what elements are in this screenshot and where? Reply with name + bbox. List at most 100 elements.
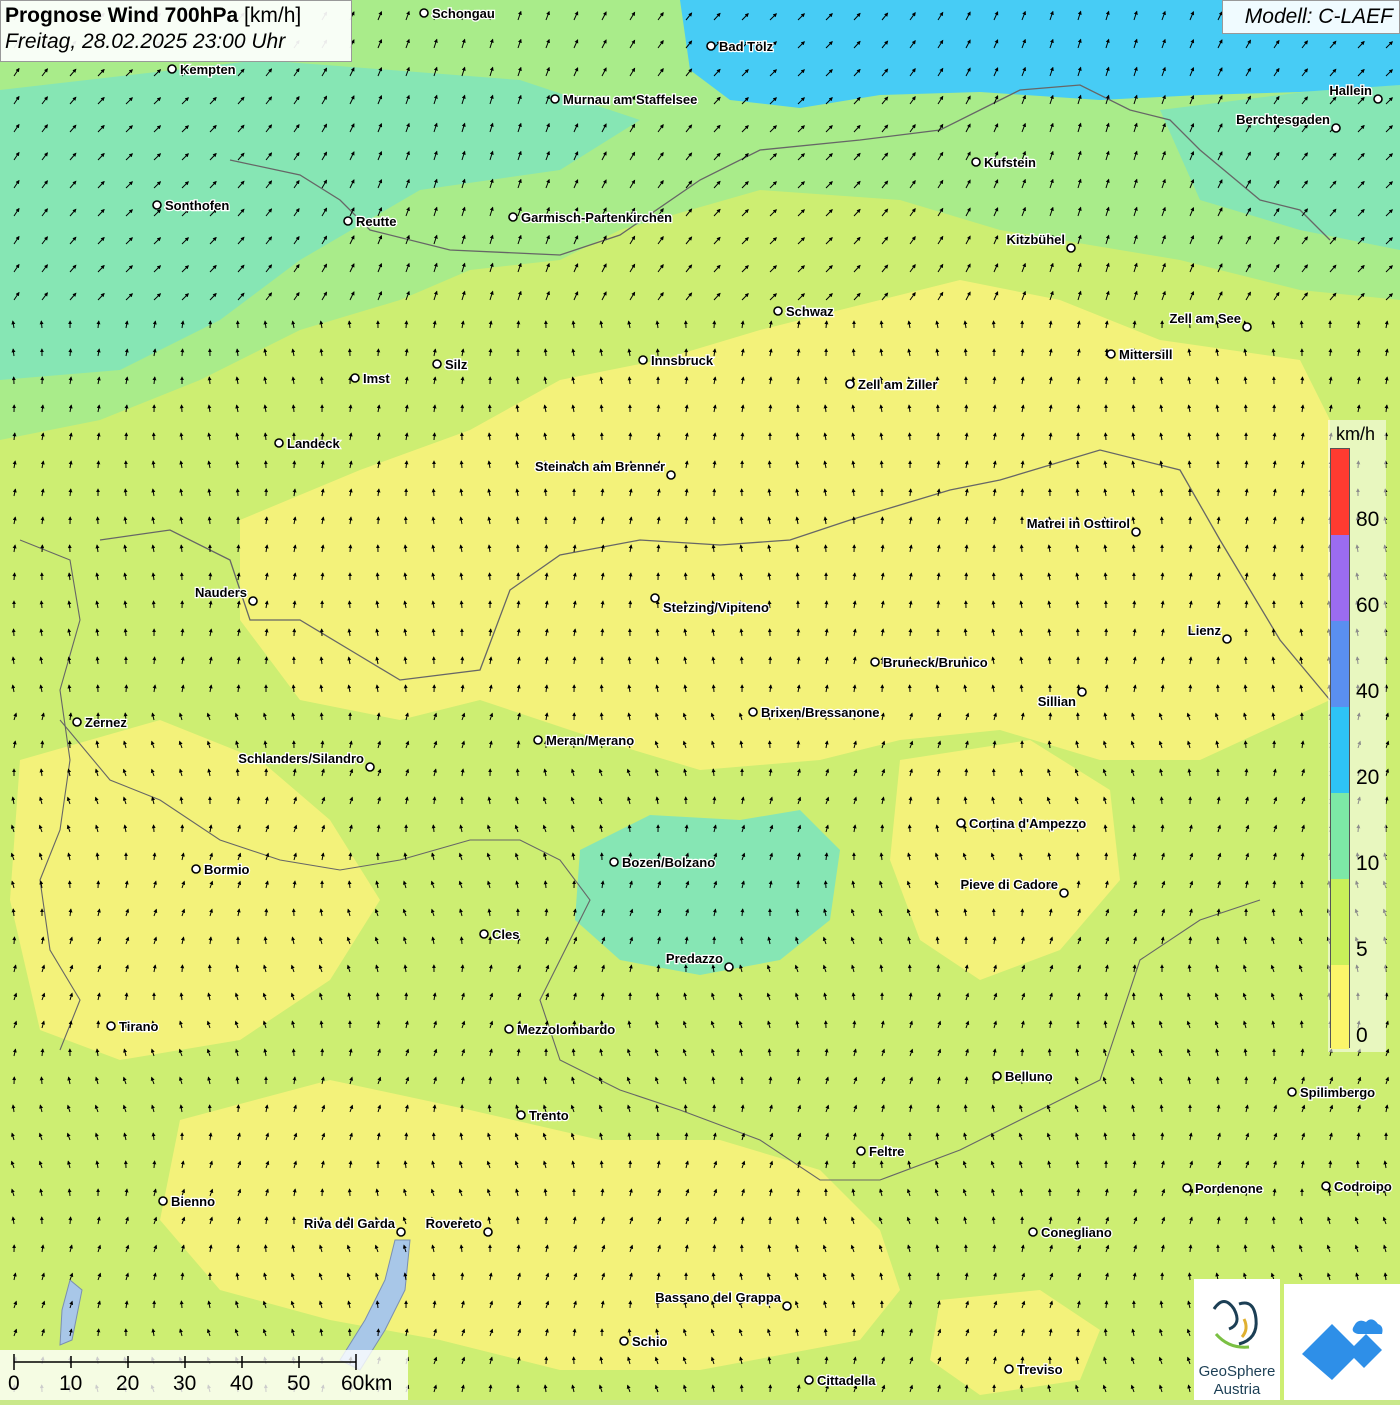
city-label: Codroipo (1334, 1179, 1392, 1194)
wind-arrow (41, 1077, 42, 1084)
geosphere-austria-logo[interactable]: GeoSphere Austria (1194, 1279, 1280, 1400)
city-murnau-am-staffelsee[interactable]: Murnau am Staffelsee (551, 92, 697, 107)
wind-arrow (826, 601, 827, 608)
wind-arrow (797, 1217, 798, 1224)
wind-arrow (602, 629, 603, 636)
wind-arrow (69, 1189, 70, 1196)
city-schongau[interactable]: Schongau (420, 6, 495, 21)
wind-arrow (714, 1245, 715, 1252)
wind-arrow (601, 685, 602, 692)
wind-arrow (209, 517, 210, 524)
city-spilimbergo[interactable]: Spilimbergo (1288, 1085, 1375, 1100)
wind-arrow (713, 685, 714, 692)
app-logo[interactable] (1284, 1284, 1400, 1400)
wind-arrow (1078, 853, 1079, 860)
wind-arrow (350, 545, 351, 552)
city-label: Conegliano (1041, 1225, 1112, 1240)
city-label: Tirano (119, 1019, 159, 1034)
city-bozen-bolzano[interactable]: Bozen/Bolzano (610, 855, 715, 870)
wind-arrow (994, 1245, 995, 1252)
wind-arrow (574, 657, 575, 664)
city-label: Meran/Merano (546, 733, 634, 748)
city-bruneck-brunico[interactable]: Bruneck/Brunico (871, 655, 988, 670)
map-title: Prognose Wind 700hPa [km/h] (5, 4, 347, 28)
city-marker-icon (1005, 1365, 1013, 1373)
city-label: Bruneck/Brunico (883, 655, 988, 670)
city-pordenone[interactable]: Pordenone (1183, 1181, 1263, 1196)
scale-label-50: 50 (287, 1372, 310, 1396)
legend-label-80: 80 (1356, 508, 1379, 532)
wind-arrow (1386, 685, 1387, 692)
city-marker-icon (1078, 688, 1086, 696)
wind-forecast-map[interactable]: SchongauBad TölzKemptenMurnau am Staffel… (0, 0, 1400, 1400)
wind-arrow (826, 545, 827, 552)
wind-arrow (98, 517, 99, 524)
city-label: Zell am Ziller (858, 377, 937, 392)
city-meran-merano[interactable]: Meran/Merano (534, 733, 634, 748)
legend-segment-10 (1331, 793, 1349, 879)
wind-arrow (1022, 909, 1023, 916)
city-marker-icon (857, 1147, 865, 1155)
wind-arrow (266, 1245, 267, 1252)
city-marker-icon (73, 718, 81, 726)
city-innsbruck[interactable]: Innsbruck (639, 353, 714, 368)
wind-arrow (686, 517, 687, 524)
city-conegliano[interactable]: Conegliano (1029, 1225, 1112, 1240)
wind-arrow (714, 321, 715, 328)
wind-arrow (154, 825, 155, 832)
wind-arrow (1106, 377, 1107, 384)
city-label: Sonthofen (165, 198, 229, 213)
wind-arrow (377, 573, 378, 580)
wind-arrow (1162, 573, 1163, 580)
city-label: Cittadella (817, 1373, 876, 1388)
city-label: Silz (445, 357, 468, 372)
wind-arrow (826, 881, 827, 888)
city-marker-icon (168, 65, 176, 73)
wind-arrow (910, 489, 911, 496)
wind-arrow (1218, 1077, 1219, 1084)
wind-arrow (798, 1189, 799, 1196)
wind-arrow (70, 349, 71, 356)
wind-arrow (461, 461, 462, 468)
city-cortina-d-ampezzo[interactable]: Cortina d'Ampezzo (957, 816, 1086, 831)
wind-arrow (798, 629, 799, 636)
scale-bar: 0 10 20 30 40 50 60km (0, 1350, 408, 1400)
wind-arrow (517, 377, 518, 384)
city-marker-icon (107, 1022, 115, 1030)
wind-arrow (518, 741, 519, 748)
geosphere-swirl-icon (1194, 1289, 1280, 1359)
city-marker-icon (1322, 1182, 1330, 1190)
city-mezzolombardo[interactable]: Mezzolombardo (505, 1022, 615, 1037)
city-sonthofen[interactable]: Sonthofen (153, 198, 229, 213)
city-label: Lienz (1188, 623, 1222, 638)
city-label: Hallein (1329, 83, 1372, 98)
wind-arrow (601, 1161, 602, 1168)
city-label: Reutte (356, 214, 396, 229)
wind-arrow (658, 545, 659, 552)
wind-arrow (1190, 937, 1191, 944)
wind-arrow (1190, 685, 1191, 692)
city-marker-icon (667, 471, 675, 479)
wind-arrow (1049, 657, 1050, 664)
wind-arrow (1161, 797, 1162, 804)
scale-label-60km: 60km (341, 1372, 392, 1396)
model-label: Modell: C-LAEF (1222, 0, 1400, 34)
city-marker-icon (344, 217, 352, 225)
map-title-unit: [km/h] (244, 4, 301, 27)
wind-arrow (882, 1133, 883, 1140)
wind-arrow (1330, 1161, 1331, 1168)
wind-arrow (14, 629, 15, 636)
wind-arrow (574, 517, 575, 524)
city-label: Schlanders/Silandro (238, 751, 364, 766)
city-marker-icon (153, 201, 161, 209)
city-zell-am-ziller[interactable]: Zell am Ziller (846, 377, 937, 392)
legend-unit: km/h (1336, 424, 1375, 445)
wind-arrow (434, 797, 435, 804)
city-marker-icon (871, 658, 879, 666)
city-marker-icon (707, 42, 715, 50)
scale-label-10: 10 (59, 1372, 82, 1396)
city-brixen-bressanone[interactable]: Brixen/Bressanone (749, 705, 880, 720)
wind-arrow (993, 1217, 994, 1224)
city-marker-icon (957, 819, 965, 827)
city-garmisch-partenkirchen[interactable]: Garmisch-Partenkirchen (509, 210, 672, 225)
